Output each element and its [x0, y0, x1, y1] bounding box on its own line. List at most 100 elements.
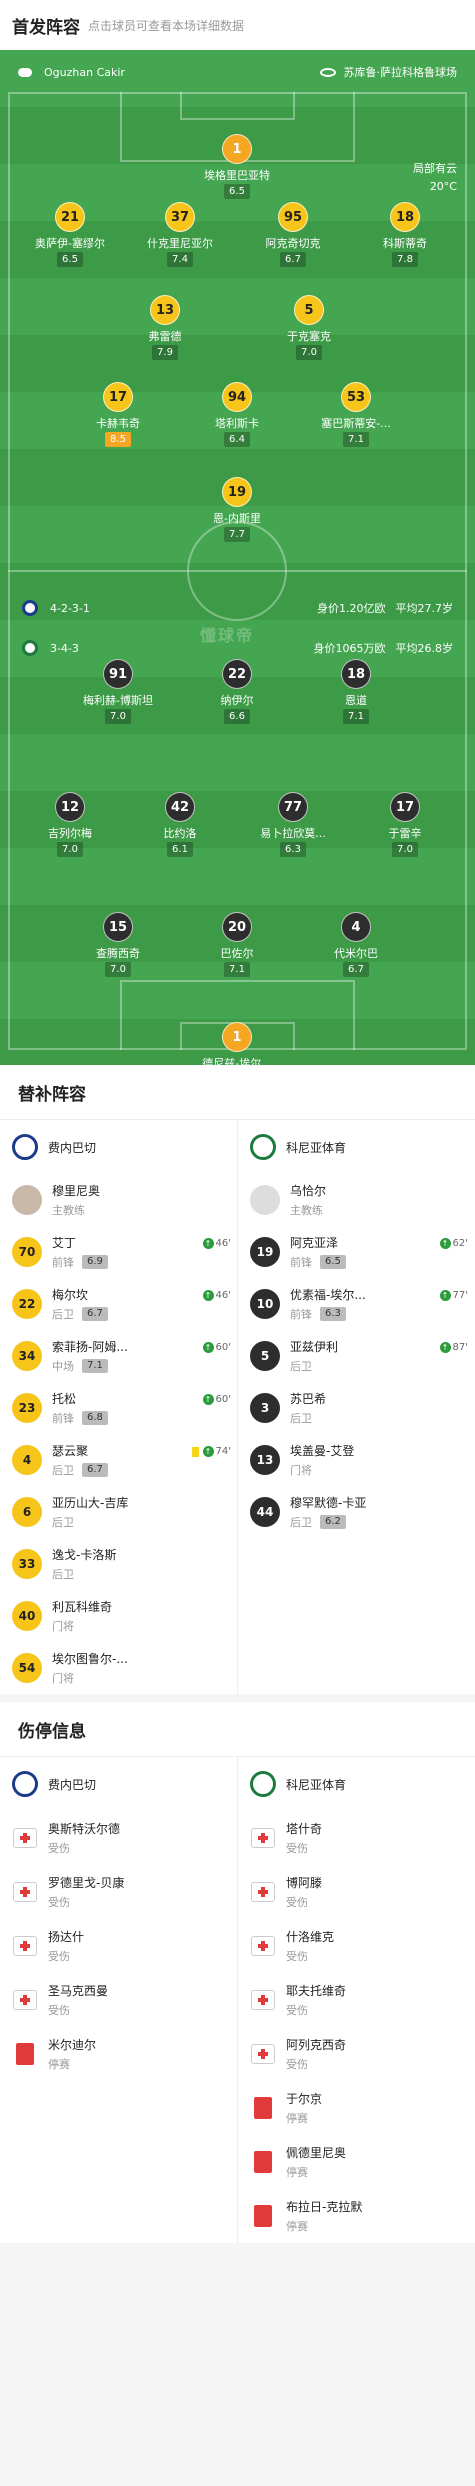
home-player[interactable]: 21 奥萨伊-塞缪尔 6.5 [15, 202, 125, 267]
sub-player-row[interactable]: 44 穆罕默德-卡亚 后卫 6.2 [238, 1486, 474, 1538]
away-injury-header: 科尼亚体育 [238, 1757, 474, 1811]
away-player[interactable]: 20 巴佐尔 7.1 [182, 912, 292, 977]
home-coach-role: 主教练 [52, 1204, 85, 1217]
home-player[interactable]: 18 科斯蒂奇 7.8 [350, 202, 460, 267]
injured-player-name: 米尔迪尔 [48, 2038, 97, 2052]
injury-row[interactable]: 圣马克西曼 受伤 [0, 1973, 237, 2027]
player-name: 塞巴斯蒂安-... [321, 417, 391, 430]
injury-status: 受伤 [48, 1950, 70, 1963]
home-player[interactable]: 13 弗雷德 7.9 [110, 295, 220, 360]
home-age: 平均27.7岁 [395, 602, 454, 615]
injury-row[interactable]: 于尔京 停赛 [238, 2081, 474, 2135]
away-player[interactable]: 1德尼兹-埃尔...7.4 [182, 1022, 292, 1065]
jersey-number: 70 [12, 1237, 42, 1267]
jersey-number: 1 [222, 134, 252, 164]
sub-player-position: 后卫 [290, 1410, 326, 1426]
away-coach-row[interactable]: 乌恰尔 主教练 [238, 1174, 474, 1226]
home-team-badge-icon [12, 1134, 38, 1160]
away-player[interactable]: 17 于雷辛 7.0 [350, 792, 460, 857]
home-team-badge-icon [22, 600, 38, 616]
sub-player-row[interactable]: 6 亚历山大-吉库 后卫 [0, 1486, 237, 1538]
injury-row[interactable]: 布拉日-克拉默 停赛 [238, 2189, 474, 2243]
injury-row[interactable]: 阿列克西奇 受伤 [238, 2027, 474, 2081]
referee-name: Oguzhan Cakir [44, 65, 125, 79]
player-name: 梅利赫-博斯坦 [83, 694, 153, 707]
home-player[interactable]: 94 塔利斯卡 6.4 [182, 382, 292, 447]
sub-rating: 6.2 [320, 1515, 346, 1529]
jersey-number: 13 [250, 1445, 280, 1475]
home-player[interactable]: 5 于克塞克 7.0 [254, 295, 364, 360]
player-rating: 7.8 [392, 252, 418, 267]
sub-player-position: 前锋 6.5 [290, 1254, 346, 1270]
home-player[interactable]: 53 塞巴斯蒂安-... 7.1 [301, 382, 411, 447]
injury-row[interactable]: 博阿滕 受伤 [238, 1865, 474, 1919]
injury-row[interactable]: 塔什奇 受伤 [238, 1811, 474, 1865]
home-player[interactable]: 19 恩-内斯里 7.7 [182, 477, 292, 542]
injured-player-name: 博阿滕 [286, 1876, 323, 1890]
sub-player-position: 后卫 [52, 1566, 116, 1582]
jersey-number: 3 [250, 1393, 280, 1423]
injury-row[interactable]: 米尔迪尔 停赛 [0, 2027, 237, 2081]
sub-player-row[interactable]: 5 亚兹伊利 后卫 ↑ 87' [238, 1330, 474, 1382]
away-player[interactable]: 77 易卜拉欣莫... 6.3 [238, 792, 348, 857]
home-team-name: 费内巴切 [48, 1140, 97, 1155]
sub-player-row[interactable]: 70 艾丁 前锋 6.9 ↑ 46' [0, 1226, 237, 1278]
home-player[interactable]: 1 埃格里巴亚特 6.5 [182, 134, 292, 199]
sub-player-position: 门将 [290, 1462, 354, 1478]
home-coach-row[interactable]: 穆里尼奥 主教练 [0, 1174, 237, 1226]
lineup-header: 首发阵容 点击球员可查看本场详细数据 [0, 0, 475, 50]
sub-player-position: 前锋 6.9 [52, 1254, 108, 1270]
medical-kit-icon [13, 1936, 37, 1956]
home-player[interactable]: 95 阿克奇切克 6.7 [238, 202, 348, 267]
sub-player-position: 后卫 6.2 [290, 1514, 366, 1530]
sub-player-name: 托松 [52, 1392, 77, 1406]
home-player[interactable]: 17 卡赫韦奇 8.5 [63, 382, 173, 447]
injury-row[interactable]: 罗德里戈-贝康 受伤 [0, 1865, 237, 1919]
away-player[interactable]: 4 代米尔巴 6.7 [301, 912, 411, 977]
player-name: 比约洛 [163, 827, 197, 840]
injury-row[interactable]: 奥斯特沃尔德 受伤 [0, 1811, 237, 1865]
sub-player-row[interactable]: 40 利瓦科维奇 门将 [0, 1590, 237, 1642]
injury-row[interactable]: 扬达什 受伤 [0, 1919, 237, 1973]
sub-player-row[interactable]: 10 优素福-埃尔... 前锋 6.3 ↑ 77' [238, 1278, 474, 1330]
sub-player-row[interactable]: 13 埃盖曼-艾登 门将 [238, 1434, 474, 1486]
injury-row[interactable]: 耶夫托维奇 受伤 [238, 1973, 474, 2027]
injury-status: 停赛 [286, 2220, 308, 2233]
player-name: 德尼兹-埃尔... [202, 1057, 272, 1065]
jersey-number: 15 [103, 912, 133, 942]
home-player[interactable]: 37 什克里尼亚尔 7.4 [125, 202, 235, 267]
injury-row[interactable]: 什洛维克 受伤 [238, 1919, 474, 1973]
player-rating: 6.5 [224, 184, 250, 199]
sub-player-row[interactable]: 4 瑟云聚 后卫 6.7 ↑ 74' [0, 1434, 237, 1486]
away-player[interactable]: 18 恩道 7.1 [301, 659, 411, 724]
injury-row[interactable]: 佩德里尼奥 停赛 [238, 2135, 474, 2189]
away-player[interactable]: 15 查腾西奇 7.0 [63, 912, 173, 977]
medical-kit-icon [251, 1882, 275, 1902]
sub-player-row[interactable]: 34 索菲扬-阿姆... 中场 7.1 ↑ 60' [0, 1330, 237, 1382]
sub-player-row[interactable]: 19 阿克亚泽 前锋 6.5 ↑ 62' [238, 1226, 474, 1278]
home-subs-header: 费内巴切 [0, 1120, 237, 1174]
player-name: 弗雷德 [148, 330, 182, 343]
venue-name: 苏库鲁·萨拉科格鲁球场 [343, 66, 458, 79]
red-card-icon [254, 2097, 272, 2119]
sub-player-row[interactable]: 23 托松 前锋 6.8 ↑ 60' [0, 1382, 237, 1434]
player-name: 卡赫韦奇 [96, 417, 140, 430]
player-rating: 7.0 [57, 842, 83, 857]
sub-player-row[interactable]: 54 埃尔图鲁尔-... 门将 [0, 1642, 237, 1694]
away-player[interactable]: 12 吉列尔梅 7.0 [15, 792, 125, 857]
away-player[interactable]: 22 纳伊尔 6.6 [182, 659, 292, 724]
sub-in-event: ↑ 74' [191, 1446, 231, 1457]
medical-kit-icon [251, 2044, 275, 2064]
injury-table: 费内巴切 奥斯特沃尔德 受伤 罗德里戈-贝康 受伤 扬达什 受伤 圣马克西曼 受伤 米尔迪尔 停赛… [0, 1756, 475, 2243]
jersey-number: 10 [250, 1289, 280, 1319]
away-team-badge-icon [22, 640, 38, 656]
away-player[interactable]: 91 梅利赫-博斯坦 7.0 [63, 659, 173, 724]
sub-player-position: 后卫 6.7 [52, 1462, 108, 1478]
away-player[interactable]: 42 比约洛 6.1 [125, 792, 235, 857]
away-team-name: 科尼亚体育 [286, 1777, 347, 1792]
sub-player-row[interactable]: 33 逸戈-卡洛斯 后卫 [0, 1538, 237, 1590]
sub-in-icon: ↑ [202, 1342, 214, 1353]
sub-player-row[interactable]: 3 苏巴希 后卫 [238, 1382, 474, 1434]
sub-player-position: 前锋 6.8 [52, 1410, 108, 1426]
sub-player-row[interactable]: 22 梅尔坎 后卫 6.7 ↑ 46' [0, 1278, 237, 1330]
